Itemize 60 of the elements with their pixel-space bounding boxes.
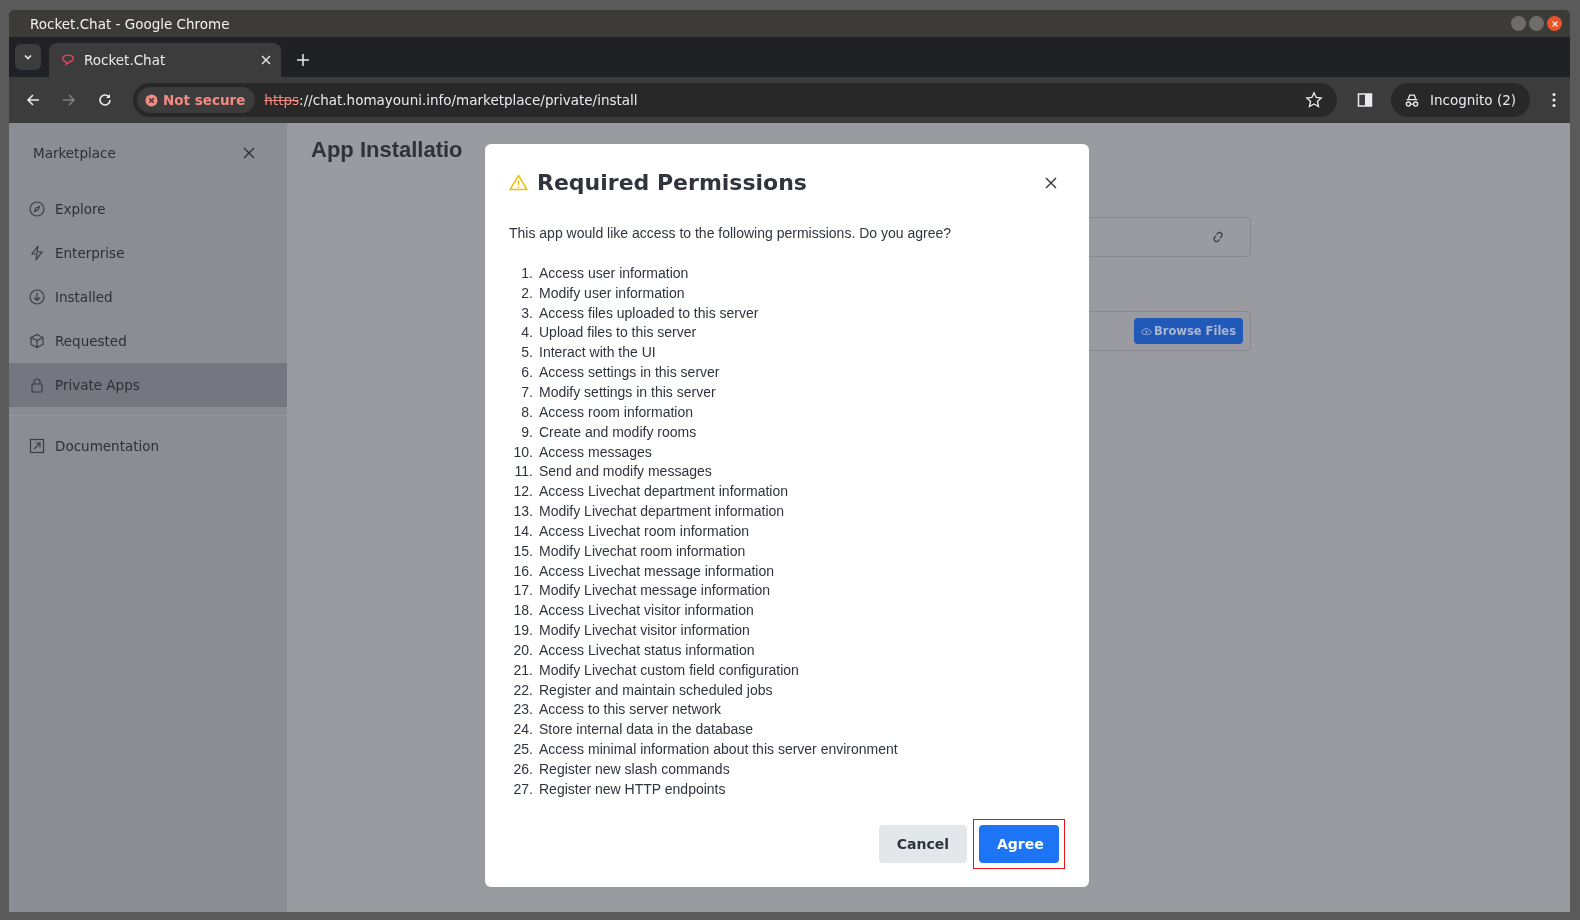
list-number: 7. xyxy=(520,384,533,400)
permission-item: Access room information xyxy=(539,403,694,420)
list-number: 13. xyxy=(512,503,533,520)
permission-item: Access settings in this server xyxy=(539,364,720,381)
permission-item: Access to this server network xyxy=(539,701,722,718)
list-number: 15. xyxy=(512,542,533,559)
list-number: 27. xyxy=(512,780,533,797)
window-title: Rocket.Chat - Google Chrome xyxy=(30,15,231,32)
list-number: 25. xyxy=(512,741,533,758)
list-number: 11. xyxy=(513,463,533,480)
list-number: 26. xyxy=(512,761,533,777)
sidebar-title: Marketplace xyxy=(33,145,116,161)
permission-item: Access files uploaded to this server xyxy=(539,304,759,321)
list-number: 10. xyxy=(512,443,533,460)
page-title: App Installatio xyxy=(311,137,464,163)
list-number: 3. xyxy=(520,304,533,321)
permission-item: Access Livechat message information xyxy=(539,562,774,579)
permission-item: Modify settings in this server xyxy=(539,384,716,400)
list-number: 21. xyxy=(512,661,533,678)
list-number: 12. xyxy=(512,483,533,500)
list-number: 2. xyxy=(520,284,533,301)
permission-item: Register new slash commands xyxy=(539,761,730,777)
list-number: 23. xyxy=(512,701,533,718)
permission-item: Register and maintain scheduled jobs xyxy=(539,681,773,698)
permission-item: Modify Livechat room information xyxy=(539,542,746,559)
permission-item: Access messages xyxy=(539,443,652,460)
list-number: 18. xyxy=(512,602,533,619)
permission-item: Modify Livechat department information xyxy=(539,503,785,520)
list-number: 6. xyxy=(520,364,533,381)
list-number: 22. xyxy=(512,681,533,698)
permission-item: Modify Livechat visitor information xyxy=(539,622,750,639)
permission-item: Access minimal information about this server environment xyxy=(539,741,898,758)
permission-item: Access Livechat department information xyxy=(539,483,788,500)
list-number: 24. xyxy=(512,721,533,738)
dialog-title: Required Permissions xyxy=(537,170,808,195)
permission-item: Modify Livechat custom field configuration xyxy=(539,661,799,678)
permission-item: Interact with the UI xyxy=(539,344,656,361)
permission-item: Upload files to this server xyxy=(539,324,697,341)
list-number: 5. xyxy=(520,344,533,361)
list-number: 4. xyxy=(520,324,533,341)
permission-item: Access Livechat room information xyxy=(539,522,750,539)
list-number: 20. xyxy=(512,641,533,658)
dialog-message: This app would like access to the following permissions. Do you agree? xyxy=(509,225,952,241)
url-text: https://chat.homayouni.info/marketplace/private/install xyxy=(264,92,639,108)
permission-item: Modify user information xyxy=(539,284,685,301)
list-number: 19. xyxy=(512,622,533,639)
list-number: 17. xyxy=(512,582,533,599)
permission-item: Modify Livechat message information xyxy=(539,582,771,599)
permission-item: Send and modify messages xyxy=(539,463,712,480)
list-number: 1. xyxy=(520,264,533,281)
list-number: 8. xyxy=(520,403,533,420)
permission-item: Create and modify rooms xyxy=(539,423,697,440)
list-number: 16. xyxy=(512,562,533,579)
list-number: 9. xyxy=(520,423,533,440)
permission-item: Access Livechat status information xyxy=(539,641,755,658)
permission-item: Store internal data in the database xyxy=(539,721,754,738)
permission-item: Access Livechat visitor information xyxy=(539,602,754,619)
list-number: 14. xyxy=(512,522,533,539)
permission-item: Register new HTTP endpoints xyxy=(539,780,726,797)
permission-item: Access user information xyxy=(539,264,689,281)
